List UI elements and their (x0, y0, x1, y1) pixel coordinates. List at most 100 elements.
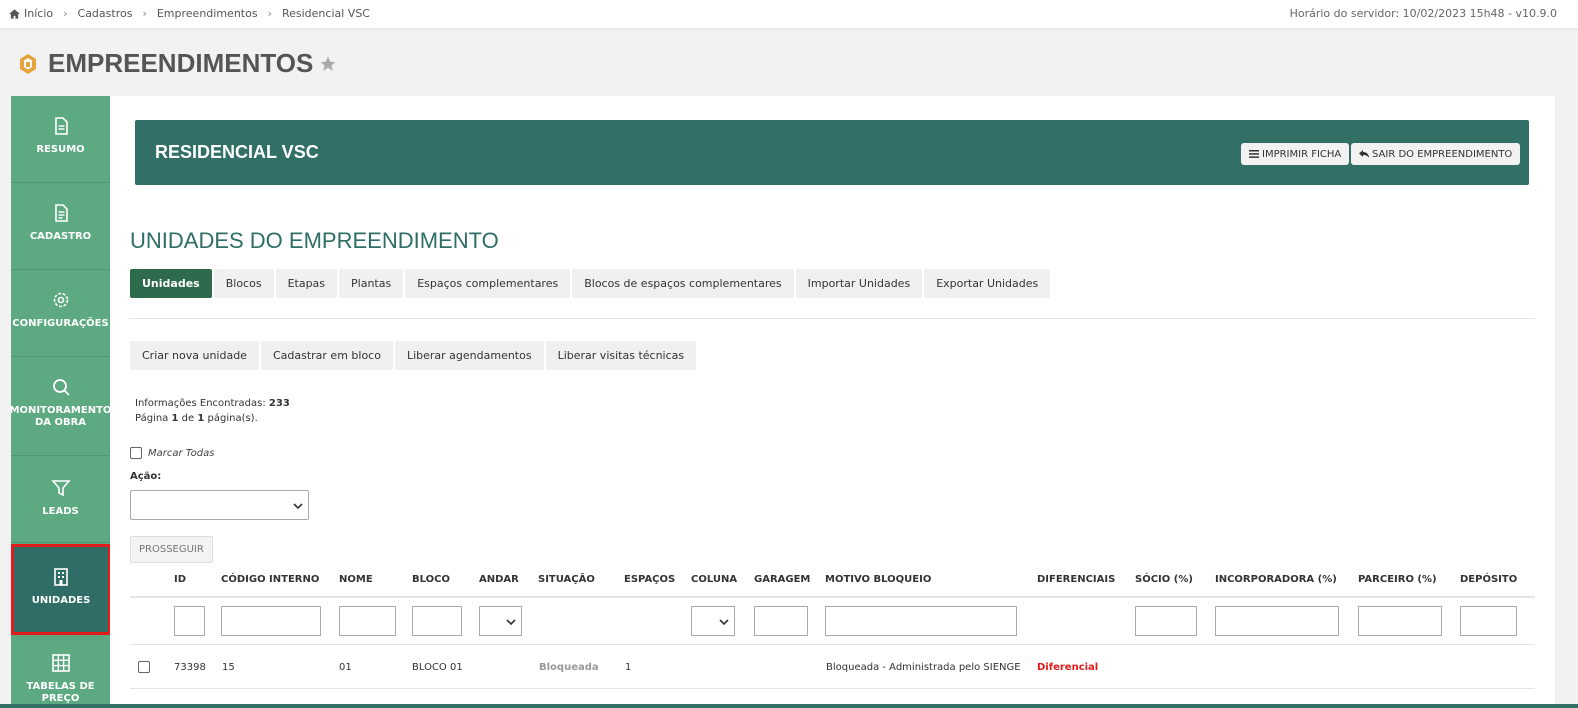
list-icon (1249, 150, 1259, 158)
sidebar-item-label: LEADS (42, 506, 79, 517)
filter-bloco-input[interactable] (412, 606, 462, 636)
filter-incorporadora-input[interactable] (1215, 606, 1339, 636)
tab-blocos[interactable]: Blocos (213, 269, 274, 298)
sidebar-item-monitoramento[interactable]: MONITORAMENTO DA OBRA (10, 357, 111, 456)
sidebar-item-leads[interactable]: LEADS (11, 456, 110, 543)
filter-motivo-input[interactable] (825, 606, 1017, 636)
main-panel: RESIDENCIAL VSC IMPRIMIR FICHA SAIR DO E… (110, 96, 1555, 708)
tab-unidades[interactable]: Unidades (130, 269, 212, 298)
tab-exportar[interactable]: Exportar Unidades (924, 269, 1051, 298)
tab-importar[interactable]: Importar Unidades (795, 269, 923, 298)
sidebar-item-configuracoes[interactable]: CONFIGURAÇÕES (11, 270, 110, 357)
chevron-down-icon (293, 503, 303, 510)
col-header-parceiro[interactable]: PARCEIRO (%) (1358, 574, 1437, 585)
col-header-nome[interactable]: NOME (339, 574, 373, 585)
found-label: Informações Encontradas: (135, 398, 266, 409)
breadcrumb: Início › Cadastros › Empreendimentos › R… (9, 7, 370, 20)
tab-blocos-espacos[interactable]: Blocos de espaços complementares (572, 269, 794, 298)
col-header-andar[interactable]: ANDAR (479, 574, 519, 585)
mark-all-label: Marcar Todas (148, 447, 215, 459)
page-suffix: página(s). (207, 413, 258, 424)
chevron-right-icon: › (267, 7, 272, 20)
filter-codigo-input[interactable] (221, 606, 321, 636)
sidebar-item-cadastro[interactable]: CADASTRO (11, 183, 110, 270)
filter-andar-select[interactable] (479, 606, 522, 636)
col-header-espacos[interactable]: ESPAÇOS (624, 574, 675, 585)
action-bar: Criar nova unidade Cadastrar em bloco Li… (130, 341, 698, 370)
search-icon (52, 379, 70, 396)
page-of: de (181, 413, 195, 424)
action-label: Ação: (130, 471, 162, 482)
col-header-deposito[interactable]: DEPÓSITO (1460, 574, 1517, 585)
release-scheduling-button[interactable]: Liberar agendamentos (394, 341, 544, 370)
cell-codigo: 15 (222, 662, 235, 673)
mark-all-checkbox[interactable] (130, 447, 142, 459)
col-header-bloco[interactable]: BLOCO (412, 574, 450, 585)
exit-button-label: SAIR DO EMPREENDIMENTO (1372, 148, 1513, 160)
col-header-diferenciais[interactable]: DIFERENCIAIS (1037, 574, 1115, 585)
filter-nome-input[interactable] (339, 606, 396, 636)
sidebar-item-tabelas[interactable]: TABELAS DE PREÇO (11, 635, 110, 708)
chevron-down-icon (506, 619, 516, 626)
breadcrumb-home[interactable]: Início (24, 7, 53, 20)
create-unit-button[interactable]: Criar nova unidade (130, 341, 259, 370)
chevron-right-icon: › (63, 7, 68, 20)
cell-motivo: Bloqueada - Administrada pelo SIENGE (826, 662, 1021, 673)
building-logo-icon (20, 53, 36, 74)
col-header-situacao[interactable]: SITUAÇÃO (538, 574, 595, 585)
bulk-register-button[interactable]: Cadastrar em bloco (260, 341, 393, 370)
col-header-garagem[interactable]: GARAGEM (754, 574, 810, 585)
bottom-strip (0, 704, 1578, 708)
exit-button[interactable]: SAIR DO EMPREENDIMENTO (1351, 143, 1521, 165)
gear-icon (53, 292, 68, 308)
sidebar-item-label: RESUMO (36, 144, 85, 155)
col-header-coluna[interactable]: COLUNA (691, 574, 737, 585)
filter-coluna-select[interactable] (691, 606, 735, 636)
release-visits-button[interactable]: Liberar visitas técnicas (545, 341, 697, 370)
page-title: EMPREENDIMENTOS (48, 48, 314, 78)
tab-plantas[interactable]: Plantas (339, 269, 404, 298)
breadcrumb-cadastros[interactable]: Cadastros (78, 7, 133, 20)
filter-socio-input[interactable] (1135, 606, 1197, 636)
sidebar-item-label: UNIDADES (31, 595, 91, 606)
action-select[interactable] (130, 490, 309, 520)
cell-id: 73398 (174, 662, 206, 673)
print-button-label: IMPRIMIR FICHA (1262, 148, 1342, 160)
col-header-codigo[interactable]: CÓDIGO INTERNO (221, 574, 319, 585)
sidebar-item-resumo[interactable]: RESUMO (11, 96, 110, 183)
page-current: 1 (171, 413, 179, 424)
sidebar-item-unidades[interactable]: UNIDADES (11, 544, 111, 635)
divider (130, 318, 1535, 319)
filter-garagem-input[interactable] (754, 606, 808, 636)
cell-bloco: BLOCO 01 (412, 662, 463, 673)
col-header-incorporadora[interactable]: INCORPORADORA (%) (1215, 574, 1337, 585)
cell-diferenciais[interactable]: Diferencial (1037, 662, 1098, 673)
filter-divider (130, 644, 1535, 645)
mark-all[interactable]: Marcar Todas (130, 447, 214, 459)
server-time: Horário do servidor: 10/02/2023 15h48 - … (1289, 7, 1557, 20)
page-title-area: EMPREENDIMENTOS (16, 48, 337, 79)
row-checkbox[interactable] (138, 661, 150, 673)
reply-icon (1359, 150, 1369, 158)
results-info: Informações Encontradas: 233 Página 1 de… (135, 396, 290, 426)
sidebar-item-label: CADASTRO (29, 231, 92, 242)
proceed-button[interactable]: PROSSEGUIR (130, 536, 213, 563)
col-header-motivo[interactable]: MOTIVO BLOQUEIO (825, 574, 931, 585)
filter-parceiro-input[interactable] (1358, 606, 1442, 636)
funnel-icon (50, 480, 71, 497)
filter-deposito-input[interactable] (1460, 606, 1517, 636)
row-divider (130, 688, 1535, 689)
star-icon[interactable] (319, 55, 337, 73)
tab-espacos-complementares[interactable]: Espaços complementares (405, 269, 571, 298)
col-header-socio[interactable]: SÓCIO (%) (1135, 574, 1193, 585)
project-banner: RESIDENCIAL VSC IMPRIMIR FICHA SAIR DO E… (135, 120, 1529, 185)
tab-etapas[interactable]: Etapas (275, 269, 338, 298)
print-button[interactable]: IMPRIMIR FICHA (1241, 143, 1350, 165)
document-icon (54, 117, 68, 135)
building-icon (54, 568, 68, 586)
project-title: RESIDENCIAL VSC (155, 142, 319, 162)
sidebar-item-label: TABELAS DE PREÇO (26, 681, 95, 704)
col-header-id[interactable]: ID (174, 574, 186, 585)
breadcrumb-empreendimentos[interactable]: Empreendimentos (157, 7, 258, 20)
filter-id-input[interactable] (174, 606, 205, 636)
